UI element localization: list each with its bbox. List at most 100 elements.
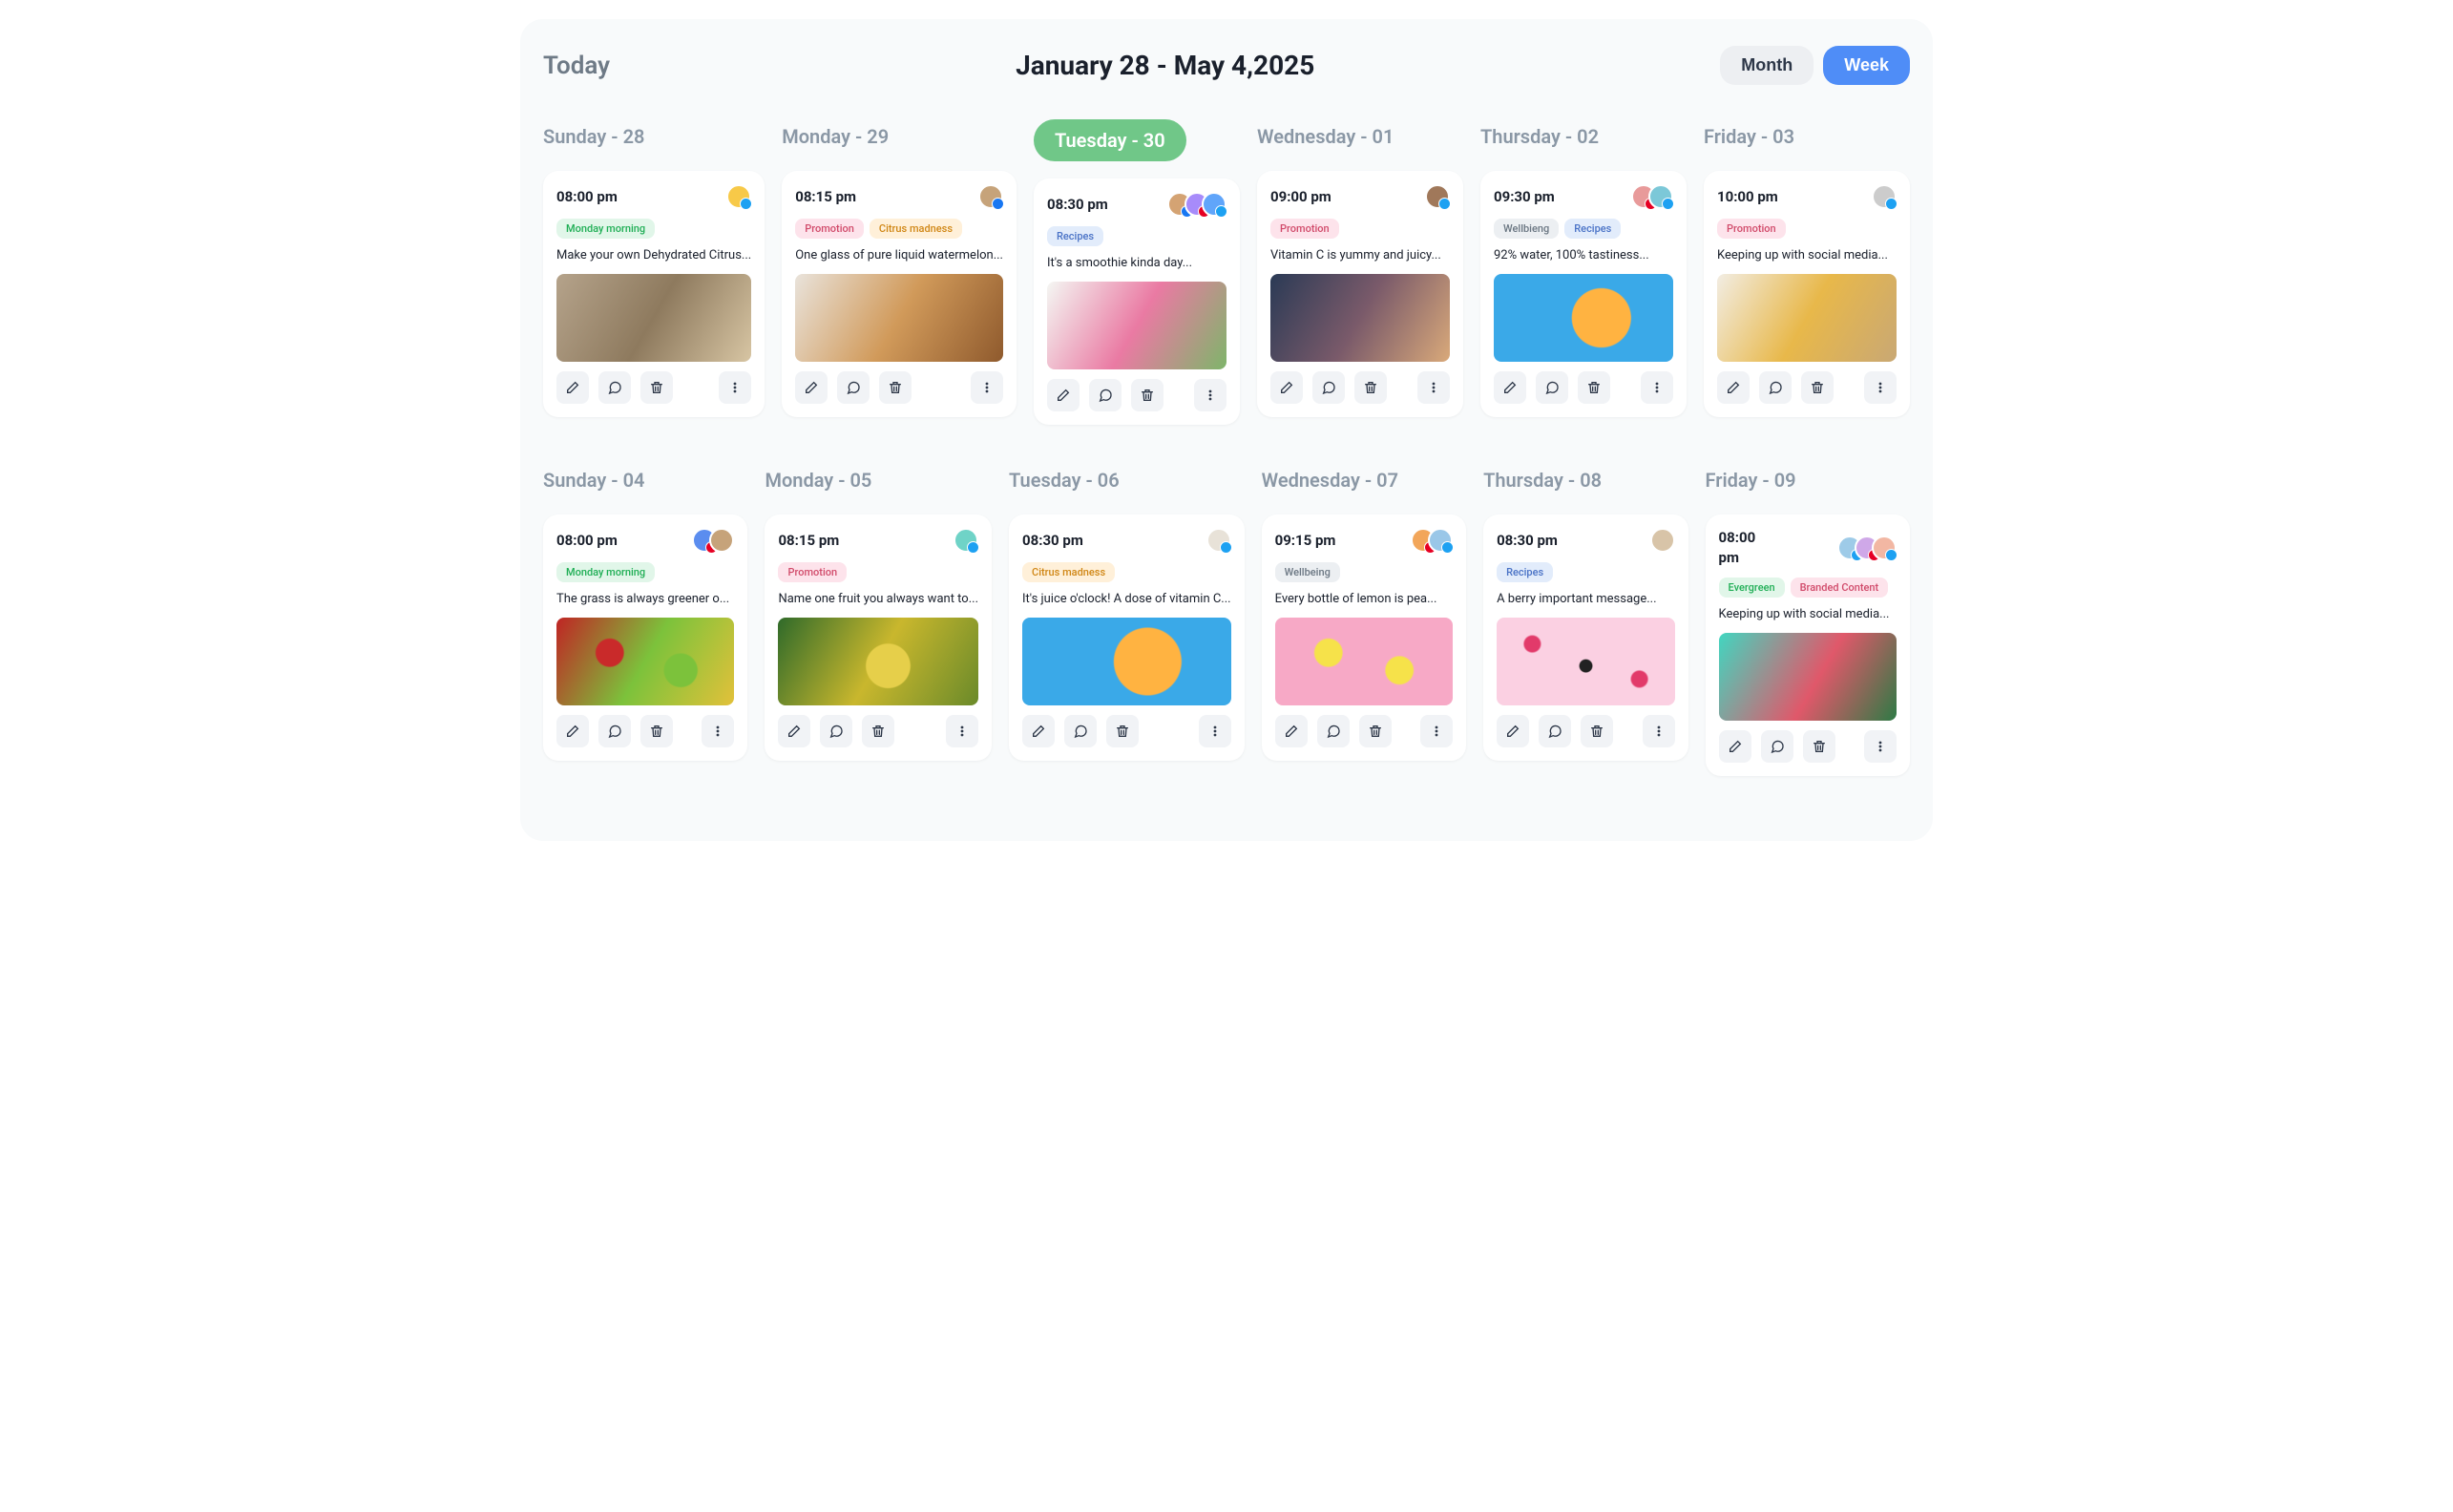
post-card[interactable]: 09:30 pmWellbiengRecipes92% water, 100% … bbox=[1480, 171, 1687, 417]
day-header[interactable]: Thursday - 08 bbox=[1483, 463, 1688, 497]
more-button[interactable] bbox=[1420, 715, 1453, 747]
delete-button[interactable] bbox=[640, 371, 673, 404]
more-button[interactable] bbox=[1643, 715, 1675, 747]
day-header[interactable]: Friday - 03 bbox=[1704, 119, 1910, 154]
edit-button[interactable] bbox=[1047, 379, 1080, 411]
delete-button[interactable] bbox=[1803, 730, 1835, 763]
delete-button[interactable] bbox=[1131, 379, 1164, 411]
more-button[interactable] bbox=[1417, 371, 1450, 404]
avatar[interactable] bbox=[709, 528, 734, 553]
day-header[interactable]: Sunday - 04 bbox=[543, 463, 747, 497]
avatar[interactable] bbox=[1202, 192, 1226, 217]
post-image[interactable] bbox=[1719, 633, 1897, 721]
post-card[interactable]: 08:30 pmCitrus madnessIt's juice o'clock… bbox=[1009, 514, 1245, 761]
avatar[interactable] bbox=[1425, 184, 1450, 209]
tag[interactable]: Promotion bbox=[795, 219, 864, 239]
post-image[interactable] bbox=[1497, 618, 1674, 705]
post-card[interactable]: 08:15 pmPromotionCitrus madnessOne glass… bbox=[782, 171, 1017, 417]
avatar[interactable] bbox=[1428, 528, 1453, 553]
edit-button[interactable] bbox=[1022, 715, 1055, 747]
edit-button[interactable] bbox=[1270, 371, 1303, 404]
more-button[interactable] bbox=[1641, 371, 1673, 404]
post-image[interactable] bbox=[795, 274, 1003, 362]
avatar[interactable] bbox=[1872, 536, 1897, 560]
post-card[interactable]: 08:00 pmMonday morningThe grass is alway… bbox=[543, 514, 747, 761]
post-card[interactable]: 08:00 pmEvergreenBranded ContentKeeping … bbox=[1706, 514, 1910, 776]
post-card[interactable]: 09:15 pmWellbeingEvery bottle of lemon i… bbox=[1262, 514, 1466, 761]
post-image[interactable] bbox=[556, 274, 751, 362]
comment-button[interactable] bbox=[1759, 371, 1792, 404]
avatar[interactable] bbox=[1206, 528, 1231, 553]
tag[interactable]: Promotion bbox=[778, 562, 847, 582]
tag[interactable]: Wellbeing bbox=[1275, 562, 1340, 582]
comment-button[interactable] bbox=[820, 715, 852, 747]
post-image[interactable] bbox=[1022, 618, 1231, 705]
tag[interactable]: Promotion bbox=[1270, 219, 1339, 239]
tag[interactable]: Recipes bbox=[1047, 226, 1103, 246]
tag[interactable]: Recipes bbox=[1497, 562, 1553, 582]
comment-button[interactable] bbox=[598, 371, 631, 404]
avatar[interactable] bbox=[1650, 528, 1675, 553]
day-header[interactable]: Tuesday - 06 bbox=[1009, 463, 1245, 497]
tag[interactable]: Branded Content bbox=[1791, 578, 1889, 598]
day-header[interactable]: Monday - 05 bbox=[765, 463, 992, 497]
post-image[interactable] bbox=[1270, 274, 1450, 362]
edit-button[interactable] bbox=[556, 371, 589, 404]
post-image[interactable] bbox=[1047, 282, 1226, 369]
post-image[interactable] bbox=[1275, 618, 1453, 705]
day-header[interactable]: Monday - 29 bbox=[782, 119, 1017, 154]
post-card[interactable]: 08:30 pmRecipesIt's a smoothie kinda day… bbox=[1034, 178, 1240, 425]
avatar[interactable] bbox=[954, 528, 978, 553]
edit-button[interactable] bbox=[795, 371, 828, 404]
edit-button[interactable] bbox=[556, 715, 589, 747]
avatar[interactable] bbox=[1872, 184, 1897, 209]
day-header[interactable]: Wednesday - 07 bbox=[1262, 463, 1466, 497]
edit-button[interactable] bbox=[1717, 371, 1750, 404]
comment-button[interactable] bbox=[837, 371, 870, 404]
delete-button[interactable] bbox=[1359, 715, 1392, 747]
comment-button[interactable] bbox=[1089, 379, 1122, 411]
edit-button[interactable] bbox=[1494, 371, 1526, 404]
delete-button[interactable] bbox=[640, 715, 673, 747]
day-header[interactable]: Friday - 09 bbox=[1706, 463, 1910, 497]
post-image[interactable] bbox=[1717, 274, 1897, 362]
comment-button[interactable] bbox=[1312, 371, 1345, 404]
avatar[interactable] bbox=[726, 184, 751, 209]
day-header[interactable]: Thursday - 02 bbox=[1480, 119, 1687, 154]
more-button[interactable] bbox=[1199, 715, 1231, 747]
delete-button[interactable] bbox=[1106, 715, 1139, 747]
post-image[interactable] bbox=[1494, 274, 1673, 362]
month-view-button[interactable]: Month bbox=[1720, 46, 1814, 85]
more-button[interactable] bbox=[702, 715, 734, 747]
delete-button[interactable] bbox=[879, 371, 912, 404]
edit-button[interactable] bbox=[1275, 715, 1308, 747]
tag[interactable]: Evergreen bbox=[1719, 578, 1785, 598]
delete-button[interactable] bbox=[1581, 715, 1613, 747]
edit-button[interactable] bbox=[1719, 730, 1751, 763]
post-card[interactable]: 08:00 pmMonday morningMake your own Dehy… bbox=[543, 171, 765, 417]
more-button[interactable] bbox=[719, 371, 751, 404]
post-image[interactable] bbox=[778, 618, 978, 705]
delete-button[interactable] bbox=[1801, 371, 1834, 404]
delete-button[interactable] bbox=[1578, 371, 1610, 404]
tag[interactable]: Citrus madness bbox=[1022, 562, 1115, 582]
tag[interactable]: Monday morning bbox=[556, 562, 655, 582]
more-button[interactable] bbox=[1194, 379, 1226, 411]
tag[interactable]: Citrus madness bbox=[870, 219, 962, 239]
comment-button[interactable] bbox=[1761, 730, 1793, 763]
more-button[interactable] bbox=[1864, 371, 1897, 404]
post-card[interactable]: 08:30 pmRecipesA berry important message… bbox=[1483, 514, 1688, 761]
comment-button[interactable] bbox=[1536, 371, 1568, 404]
day-header[interactable]: Wednesday - 01 bbox=[1257, 119, 1463, 154]
avatar[interactable] bbox=[1648, 184, 1673, 209]
delete-button[interactable] bbox=[1354, 371, 1387, 404]
edit-button[interactable] bbox=[1497, 715, 1529, 747]
comment-button[interactable] bbox=[1064, 715, 1097, 747]
day-header[interactable]: Sunday - 28 bbox=[543, 119, 765, 154]
post-card[interactable]: 08:15 pmPromotionName one fruit you alwa… bbox=[765, 514, 992, 761]
comment-button[interactable] bbox=[1539, 715, 1571, 747]
more-button[interactable] bbox=[1864, 730, 1897, 763]
post-card[interactable]: 09:00 pmPromotionVitamin C is yummy and … bbox=[1257, 171, 1463, 417]
comment-button[interactable] bbox=[1317, 715, 1350, 747]
more-button[interactable] bbox=[946, 715, 978, 747]
